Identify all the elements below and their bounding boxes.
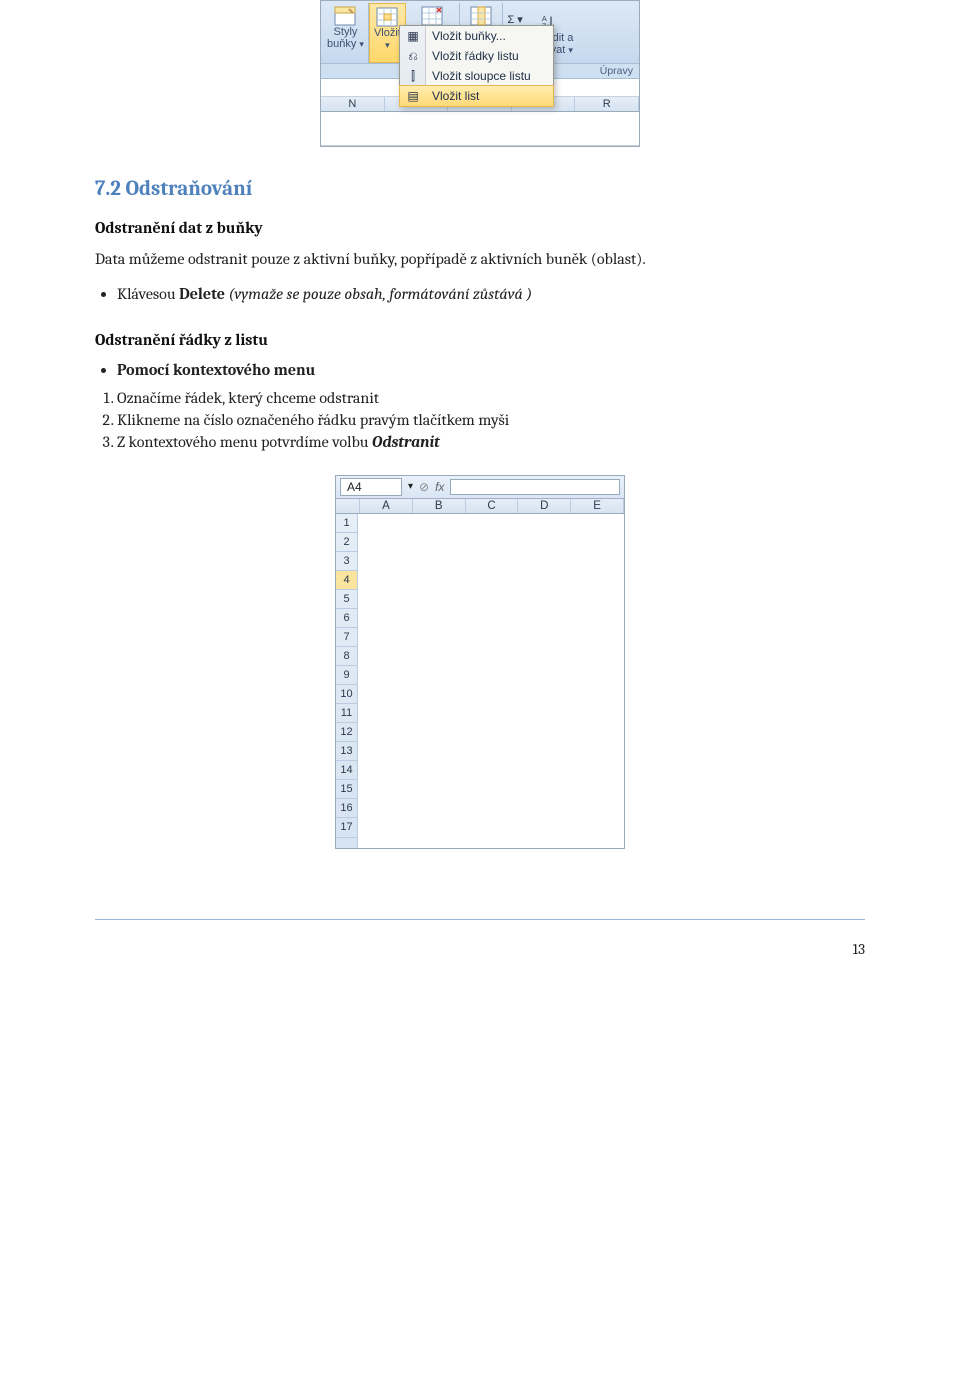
bullet-item-contextmenu: Pomocí kontextového menu <box>117 361 865 379</box>
row-header[interactable]: 2 <box>336 533 357 552</box>
fx-icon[interactable]: fx <box>435 480 444 494</box>
row-numbers-column: 1 2 3 4 5 6 7 8 9 10 11 12 13 14 15 16 1 <box>336 514 358 848</box>
subheading-odstraneni-radky: Odstranění řádky z listu <box>95 331 865 349</box>
ribbon-label-vlozit: Vložit▾ <box>374 28 401 51</box>
insert-cells-icon <box>376 6 398 28</box>
body-paragraph: Data můžeme odstranit pouze z aktivní bu… <box>95 249 865 271</box>
row-header[interactable]: 6 <box>336 609 357 628</box>
namebox-row: A4 ▾ ⊘ fx <box>336 476 624 499</box>
fx-cancel-icon[interactable]: ⊘ <box>419 480 429 494</box>
col-header-B[interactable]: B <box>413 499 466 513</box>
section-heading: 7.2 Odstraňování <box>95 177 865 201</box>
bullet-list-delete: Klávesou Delete (vymaže se pouze obsah, … <box>117 285 865 303</box>
insert-dropdown: ▦ Vložit buňky... ⎌ Vložit řádky listu ⫿… <box>399 25 554 107</box>
insert-rows-icon: ⎌ <box>404 48 422 64</box>
name-box[interactable]: A4 <box>340 478 402 496</box>
subheading-odstraneni-dat: Odstranění dat z buňky <box>95 219 865 237</box>
bullet-list-contextmenu: Pomocí kontextového menu <box>117 361 865 379</box>
dd-item-vlozit-sloupce[interactable]: ⫿ Vložit sloupce listu <box>400 66 553 86</box>
col-header-R[interactable]: R <box>575 97 639 111</box>
contextmenu-screenshot: A4 ▾ ⊘ fx A B C D E 1 2 3 4 5 <box>335 475 625 849</box>
menu-item-label: Vložit buňky... <box>432 29 506 43</box>
ribbon-label-styly: Stylybuňky ▾ <box>327 27 364 50</box>
bullet-italic: (vymaže se pouze obsah, formátování zůst… <box>225 285 532 303</box>
format-cells-icon <box>470 5 492 27</box>
dd-item-vlozit-bunky[interactable]: ▦ Vložit buňky... <box>400 26 553 46</box>
row-header[interactable]: 10 <box>336 685 357 704</box>
row-header[interactable]: 9 <box>336 666 357 685</box>
row-header[interactable]: 17 <box>336 818 357 838</box>
step-3: Z kontextového menu potvrdíme volbu Odst… <box>117 433 865 451</box>
footer-rule <box>95 919 865 920</box>
col-header-D[interactable]: D <box>518 499 571 513</box>
page-number: 13 <box>0 922 960 968</box>
bullet-item-delete: Klávesou Delete (vymaže se pouze obsah, … <box>117 285 865 303</box>
figure-context-menu: A4 ▾ ⊘ fx A B C D E 1 2 3 4 5 <box>95 475 865 849</box>
row-header[interactable]: 15 <box>336 780 357 799</box>
row-header[interactable]: 5 <box>336 590 357 609</box>
col-header-A[interactable]: A <box>360 499 413 513</box>
autosum-icon[interactable]: Σ ▾ <box>507 14 523 26</box>
row-header[interactable]: 14 <box>336 761 357 780</box>
menu-item-label: Vložit list <box>432 89 479 103</box>
row-header[interactable]: 7 <box>336 628 357 647</box>
row-header[interactable]: 4 <box>336 571 357 590</box>
group-title-upravy: Úpravy <box>594 64 639 78</box>
ordered-steps: Označíme řádek, který chceme odstranit K… <box>117 389 865 451</box>
figure-ribbon-insert-menu: Stylybuňky ▾ Vložit▾ Odstranit▾ <box>95 0 865 147</box>
row-header[interactable]: 13 <box>336 742 357 761</box>
bullet-text: Klávesou <box>117 285 179 303</box>
dd-item-vlozit-radky[interactable]: ⎌ Vložit řádky listu <box>400 46 553 66</box>
insert-sheet-icon: ▤ <box>404 88 422 104</box>
cell-styles-icon <box>334 5 356 27</box>
sheet-body: 1 2 3 4 5 6 7 8 9 10 11 12 13 14 15 16 1 <box>336 514 624 848</box>
formula-bar[interactable] <box>450 479 620 495</box>
dd-item-vlozit-list[interactable]: ▤ Vložit list <box>399 85 554 107</box>
bullet-bold: Delete <box>179 285 225 303</box>
menu-item-label: Vložit sloupce listu <box>432 69 531 83</box>
ribbon-group-styly[interactable]: Stylybuňky ▾ <box>323 3 369 63</box>
column-headers: A B C D E <box>336 499 624 514</box>
row-header[interactable]: 8 <box>336 647 357 666</box>
step-1: Označíme řádek, který chceme odstranit <box>117 389 865 407</box>
col-header-N[interactable]: N <box>321 97 385 111</box>
row-header[interactable]: 12 <box>336 723 357 742</box>
delete-cells-icon <box>421 5 443 27</box>
ribbon-screenshot: Stylybuňky ▾ Vložit▾ Odstranit▾ <box>320 0 640 147</box>
insert-columns-icon: ⫿ <box>404 68 422 84</box>
menu-item-label: Vložit řádky listu <box>432 49 519 63</box>
namebox-dropdown-icon[interactable]: ▾ <box>408 481 413 492</box>
insert-cells-small-icon: ▦ <box>404 28 422 44</box>
row-header[interactable]: 3 <box>336 552 357 571</box>
row-header[interactable]: 16 <box>336 799 357 818</box>
select-all-corner[interactable] <box>336 499 360 513</box>
step-2: Klikneme na číslo označeného řádku pravý… <box>117 411 865 429</box>
col-header-C[interactable]: C <box>466 499 519 513</box>
col-header-E[interactable]: E <box>571 499 624 513</box>
grid-strip <box>321 112 639 146</box>
row-header[interactable]: 11 <box>336 704 357 723</box>
row-header[interactable]: 1 <box>336 514 357 533</box>
